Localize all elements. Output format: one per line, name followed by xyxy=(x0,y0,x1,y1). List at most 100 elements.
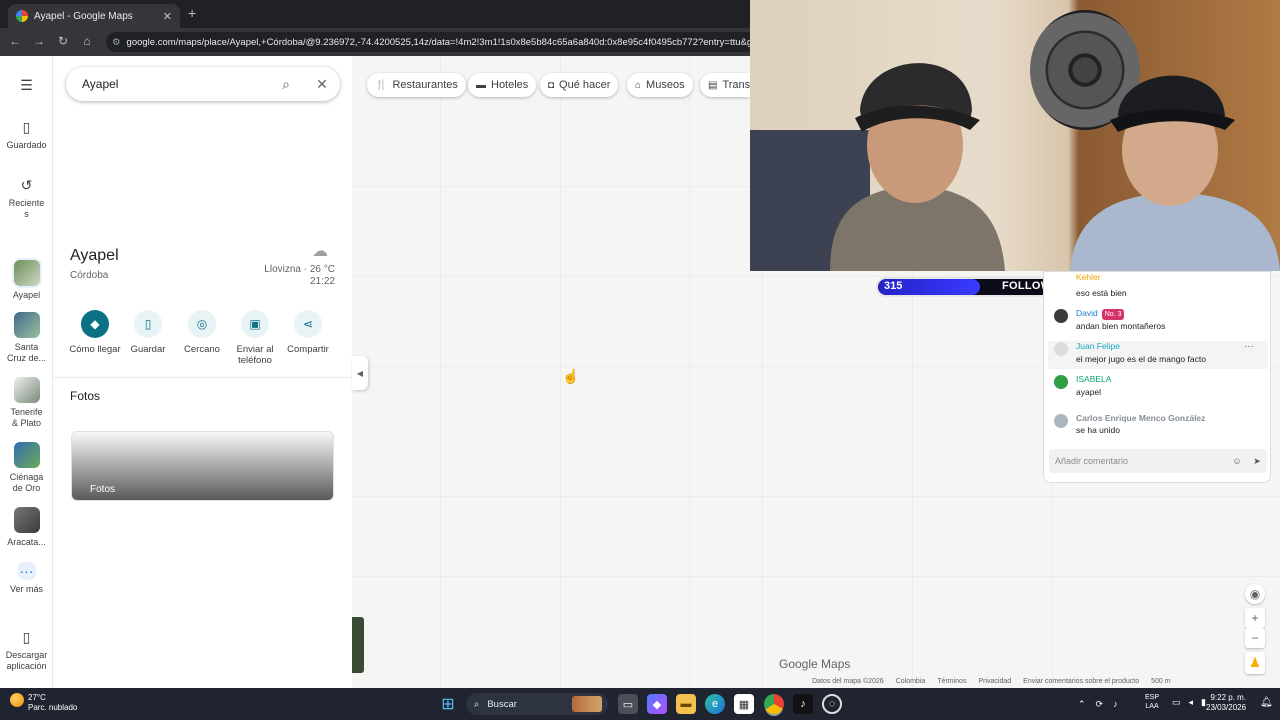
microphone-icon[interactable]: ♪ xyxy=(1113,699,1118,709)
rail-item-santa-cruz[interactable]: Santa Cruz de... xyxy=(0,312,53,364)
status-icons[interactable]: ▭ ◂ ▮ xyxy=(1172,697,1206,708)
zoom-out-button[interactable]: − xyxy=(1245,628,1265,648)
rail-item-download-app[interactable]: ▯ Descargar aplicación xyxy=(0,628,53,672)
street-view-pegman[interactable]: ♟ xyxy=(1245,652,1265,674)
task-view-icon[interactable]: ▭ xyxy=(618,694,638,714)
close-tab-icon[interactable]: ✕ xyxy=(163,10,172,23)
chip-things-to-do[interactable]: ◘ Qué hacer xyxy=(540,73,619,97)
chat-username: David No. 3 xyxy=(1076,308,1125,320)
file-explorer-icon[interactable]: ▬ xyxy=(676,694,696,714)
rail-label: Ciénaga de Oro xyxy=(9,472,44,493)
home-icon[interactable]: ⌂ xyxy=(78,32,96,50)
new-tab-button[interactable]: + xyxy=(188,5,196,21)
rail-label: Guardado xyxy=(6,140,47,150)
tiktok-icon[interactable]: ♪ xyxy=(793,694,813,714)
chat-username: Kehler xyxy=(1076,272,1101,282)
nearby-button[interactable]: ◎ Cercano xyxy=(175,310,229,355)
browser-tab[interactable]: Ayapel - Google Maps ✕ xyxy=(8,4,180,28)
language-code: ESP xyxy=(1145,694,1160,701)
country-label[interactable]: Colombia xyxy=(896,678,926,685)
chip-restaurants[interactable]: 🍴 Restaurantes xyxy=(367,73,466,97)
divider xyxy=(53,377,352,378)
rail-item-recent[interactable]: ↺ Reciente s xyxy=(0,176,53,220)
chip-transit[interactable]: ▤ Transp xyxy=(700,73,750,97)
place-panel xyxy=(53,56,352,688)
phone-icon: ▯ xyxy=(22,629,31,645)
rail-label: Reciente s xyxy=(8,198,45,219)
sync-icon[interactable]: ⟳ xyxy=(1096,699,1104,710)
scale-label[interactable]: 500 m xyxy=(1151,678,1170,685)
rail-label: Ayapel xyxy=(12,290,41,300)
search-box[interactable]: Ayapel ⌕ ✕ xyxy=(66,67,340,101)
chevron-up-icon[interactable]: ⌃ xyxy=(1078,699,1086,710)
menu-icon[interactable]: ☰ xyxy=(18,76,36,94)
rail-item-ayapel[interactable]: Ayapel xyxy=(0,258,53,301)
feedback-link[interactable]: Enviar comentarios sobre el producto xyxy=(1023,678,1139,685)
obs-icon[interactable]: ◌ xyxy=(822,694,842,714)
close-icon[interactable]: ✕ xyxy=(304,76,340,93)
collapse-panel-button[interactable]: ◀ xyxy=(352,356,368,390)
zoom-in-button[interactable]: + xyxy=(1245,608,1265,628)
rail-item-tenerife[interactable]: Tenerife & Plato xyxy=(0,377,53,429)
museum-icon: ⌂ xyxy=(635,79,642,91)
terms-link[interactable]: Términos xyxy=(937,678,966,685)
my-location-button[interactable]: ◉ xyxy=(1245,584,1265,604)
more-options-icon[interactable]: ··· xyxy=(1244,341,1254,352)
send-to-phone-button[interactable]: ▣ Enviar al teléfono xyxy=(228,310,282,366)
chip-label: Qué hacer xyxy=(559,79,611,91)
url-text: google.com/maps/place/Ayapel,+Córdoba/@9… xyxy=(126,36,750,48)
comment-input[interactable]: Añadir comentario ☺ ➤ xyxy=(1049,449,1267,473)
rail-item-saved[interactable]: ▯ Guardado xyxy=(0,118,53,151)
directions-button[interactable]: ◆ Cómo llegar xyxy=(68,310,122,355)
local-time: 21:22 xyxy=(309,276,335,287)
transit-icon: ▤ xyxy=(708,79,718,91)
store-icon[interactable]: ▦ xyxy=(734,694,754,714)
search-input[interactable]: Ayapel xyxy=(82,77,268,91)
weather-condition: Parc. nublado xyxy=(28,703,78,712)
save-button[interactable]: ▯ Guardar xyxy=(121,310,175,355)
bookmark-icon: ▯ xyxy=(22,119,31,135)
rail-item-more[interactable]: ··· Ver más xyxy=(0,562,53,595)
notification-icon[interactable]: 🔔︎ xyxy=(1260,697,1273,708)
share-button[interactable]: ⋖ Compartir xyxy=(281,310,335,355)
rail-item-cienaga-de-oro[interactable]: Ciénaga de Oro xyxy=(0,442,53,494)
chat-message[interactable]: Juan Felipe el mejor jugo es el de mango… xyxy=(1048,341,1268,369)
rail-label: Tenerife & Plato xyxy=(10,407,43,428)
menu-button[interactable]: ☰ xyxy=(0,76,53,98)
chrome-icon[interactable] xyxy=(764,694,784,714)
my-location-icon: ◉ xyxy=(1249,587,1261,601)
rail-item-aracataca[interactable]: Aracata... xyxy=(0,507,53,548)
action-label: Guardar xyxy=(130,344,166,355)
start-icon[interactable]: ⊞ xyxy=(438,694,458,714)
reload-icon[interactable]: ↻ xyxy=(54,32,72,50)
send-icon[interactable]: ➤ xyxy=(1247,456,1267,467)
photos-card[interactable]: Fotos xyxy=(71,431,334,501)
pegman-icon: ♟ xyxy=(1249,655,1261,670)
bookmark-icon: ▯ xyxy=(134,310,162,338)
map-data-credit: Datos del mapa ©2026 xyxy=(812,678,884,685)
input-language[interactable]: ESP LAA xyxy=(1145,693,1159,711)
privacy-link[interactable]: Privacidad xyxy=(978,678,1011,685)
action-label: Enviar al teléfono xyxy=(236,344,274,366)
search-icon[interactable]: ⌕ xyxy=(268,76,304,93)
chevron-left-icon: ◀ xyxy=(356,368,364,378)
chip-label: Hoteles xyxy=(491,79,529,91)
chip-museums[interactable]: ⌂ Museos xyxy=(627,73,693,97)
address-bar[interactable]: ⚙ google.com/maps/place/Ayapel,+Córdoba/… xyxy=(106,32,750,52)
drizzle-icon: ☁ xyxy=(312,243,328,260)
chip-label: Restaurantes xyxy=(392,79,458,91)
chip-hotels[interactable]: ▬ Hoteles xyxy=(468,73,537,97)
back-icon[interactable]: ← xyxy=(6,32,24,50)
weather-widget[interactable]: 27°C Parc. nublado xyxy=(10,693,77,713)
emoji-icon[interactable]: ☺ xyxy=(1227,456,1247,466)
map-footer: Datos del mapa ©2026 Colombia Términos P… xyxy=(812,678,1171,685)
camera-icon: ◘ xyxy=(548,79,555,91)
site-info-icon[interactable]: ⚙ xyxy=(112,37,121,48)
taskbar-search[interactable]: ⌕ Buscar xyxy=(466,693,608,715)
taskbar-clock[interactable]: 9:22 p. m. 23/03/2026 xyxy=(1206,693,1246,713)
layers-thumbnail[interactable] xyxy=(352,617,364,673)
forward-icon[interactable]: → xyxy=(30,32,48,50)
copilot-icon[interactable]: ◆ xyxy=(647,694,667,714)
edge-icon[interactable]: e xyxy=(705,694,725,714)
rail-label: Descargar aplicación xyxy=(5,650,48,671)
